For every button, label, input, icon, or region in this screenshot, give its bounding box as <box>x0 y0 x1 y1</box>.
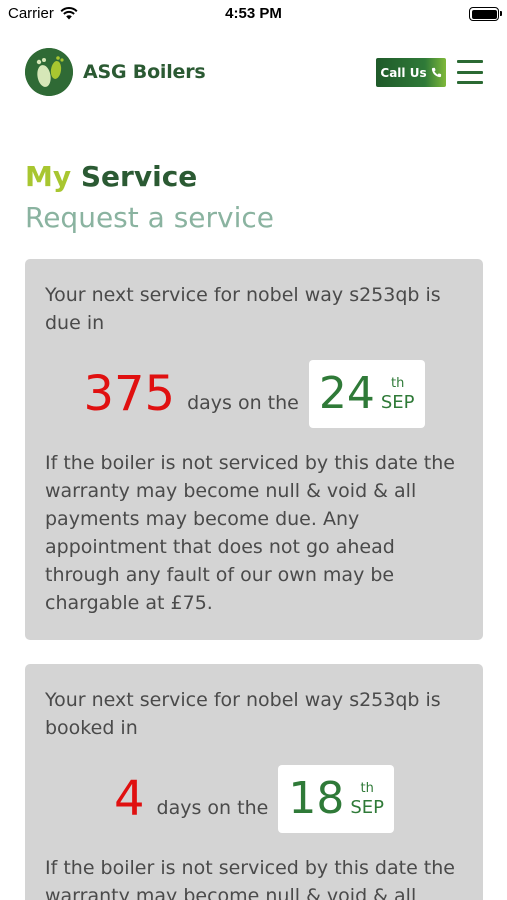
phone-icon <box>431 67 441 78</box>
days-on-the-label: days on the <box>187 392 299 414</box>
hamburger-menu-icon[interactable] <box>457 60 483 84</box>
date-month: SEP <box>380 392 415 413</box>
warranty-warning-text: If the boiler is not serviced by this da… <box>45 857 455 900</box>
days-remaining: 375 <box>83 366 176 422</box>
days-remaining: 4 <box>114 771 145 827</box>
page-title: My Service <box>25 160 197 193</box>
date-day: 24 <box>318 368 375 419</box>
service-date-box: 18 th SEP <box>278 765 394 833</box>
date-day: 18 <box>288 773 345 824</box>
service-date-box: 24 th SEP <box>308 360 425 428</box>
status-time: 4:53 PM <box>225 5 282 22</box>
brand-logo[interactable]: ASG Boilers <box>25 48 206 96</box>
service-due-card: Your next service for nobel way s253qb i… <box>25 259 483 640</box>
footprint-logo-icon <box>25 48 73 96</box>
app-header: ASG Boilers Call Us <box>25 48 483 98</box>
card-intro-text: Your next service for nobel way s253qb i… <box>45 689 441 739</box>
request-service-link[interactable]: Request a service <box>25 201 274 234</box>
date-suffix: th <box>360 781 374 796</box>
brand-name: ASG Boilers <box>83 61 206 83</box>
call-us-button[interactable]: Call Us <box>376 58 446 87</box>
date-month: SEP <box>350 797 384 818</box>
status-bar: Carrier 4:53 PM <box>0 0 507 28</box>
card-intro-text: Your next service for nobel way s253qb i… <box>45 284 441 334</box>
countdown-row: 4 days on the 18 th SEP <box>45 764 463 834</box>
countdown-row: 375 days on the 24 th SEP <box>45 359 463 429</box>
days-on-the-label: days on the <box>156 797 269 819</box>
call-us-label: Call Us <box>380 65 427 80</box>
battery-icon <box>469 7 502 21</box>
date-suffix: th <box>391 376 405 391</box>
service-booked-card: Your next service for nobel way s253qb i… <box>25 664 483 900</box>
page-title-my: My <box>25 160 72 193</box>
warranty-warning-text: If the boiler is not serviced by this da… <box>45 452 455 614</box>
page-title-service: Service <box>80 160 198 193</box>
